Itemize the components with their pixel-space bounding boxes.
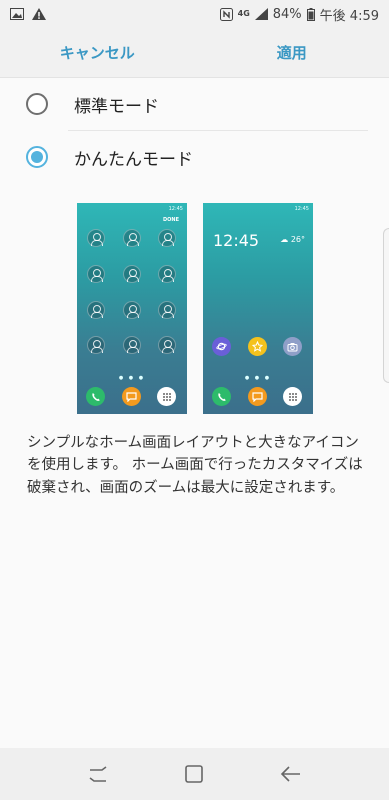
preview-temperature: 26°	[290, 235, 305, 244]
status-time: 午後 4:59	[319, 8, 379, 24]
navigation-bar	[0, 748, 389, 800]
add-contact-icon	[87, 301, 105, 319]
cancel-button[interactable]: キャンセル	[0, 28, 195, 77]
preview-status-time: 12:45	[168, 206, 183, 212]
add-contact-icon	[123, 265, 141, 283]
nfc-icon	[219, 7, 233, 21]
message-icon	[122, 387, 141, 406]
phone-icon	[212, 387, 231, 406]
cloud-icon: ☁	[280, 235, 289, 244]
preview-easy-home-contacts: 12:45 DONE ● ● ●	[77, 203, 187, 414]
gallery-icon	[248, 337, 267, 356]
network-type: 4G	[237, 9, 250, 18]
add-contact-icon	[158, 229, 176, 247]
recent-apps-icon[interactable]	[83, 759, 113, 789]
image-icon	[10, 8, 24, 20]
apps-icon	[283, 387, 302, 406]
signal-icon	[254, 8, 268, 20]
add-contact-icon	[87, 336, 105, 354]
internet-icon	[212, 337, 231, 356]
preview-clock: 12:45	[213, 231, 260, 250]
home-icon[interactable]	[179, 759, 209, 789]
battery-icon	[306, 7, 315, 21]
apps-icon	[157, 387, 176, 406]
option-label: 標準モード	[74, 96, 159, 117]
radio-standard-mode[interactable]	[26, 93, 48, 115]
phone-icon	[86, 387, 105, 406]
option-standard-mode[interactable]: 標準モード	[0, 78, 389, 130]
preview-easy-home-screen: 12:45 12:45 ☁ 26° ● ● ●	[203, 203, 313, 414]
edge-panel-handle[interactable]	[383, 228, 389, 383]
add-contact-icon	[123, 336, 141, 354]
add-contact-icon	[158, 301, 176, 319]
option-label: かんたんモード	[74, 149, 193, 170]
add-contact-icon	[123, 229, 141, 247]
message-icon	[248, 387, 267, 406]
page-indicator: ● ● ●	[118, 375, 146, 381]
back-icon[interactable]	[276, 759, 306, 789]
add-contact-icon	[123, 301, 141, 319]
radio-easy-mode[interactable]	[26, 146, 48, 168]
preview-weather: ☁ 26°	[280, 235, 305, 244]
action-bar: キャンセル 適用	[0, 28, 389, 78]
mode-description: シンプルなホーム画面レイアウトと大きなアイコンを使用します。 ホーム画面で行った…	[27, 435, 363, 496]
preview-status-time: 12:45	[294, 206, 309, 212]
camera-icon	[283, 337, 302, 356]
battery-percent: 84%	[272, 6, 302, 22]
apply-button[interactable]: 適用	[195, 28, 389, 77]
option-easy-mode[interactable]: かんたんモード	[0, 131, 389, 183]
add-contact-icon	[87, 265, 105, 283]
alert-icon	[32, 8, 46, 20]
add-contact-icon	[87, 229, 105, 247]
add-contact-icon	[158, 265, 176, 283]
preview-done-label: DONE	[162, 217, 179, 223]
page-indicator: ● ● ●	[244, 375, 272, 381]
status-bar: 4G 84% 午後 4:59	[0, 0, 389, 28]
add-contact-icon	[158, 336, 176, 354]
